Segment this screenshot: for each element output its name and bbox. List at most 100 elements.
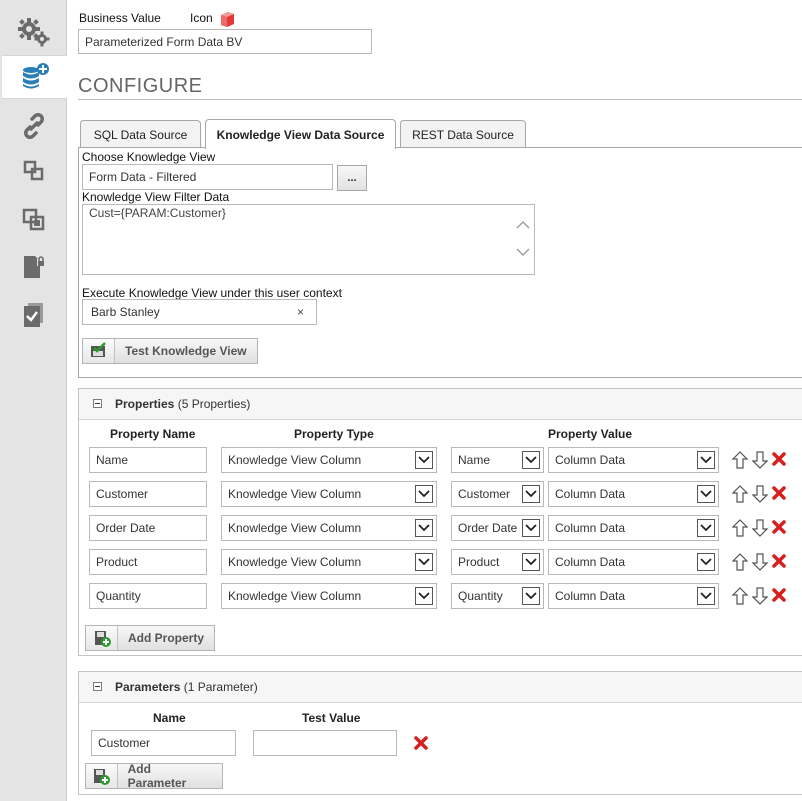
sidebar-item-settings[interactable] [0,10,67,54]
browse-kv-button[interactable]: ... [337,165,367,191]
chevron-down-icon[interactable] [697,451,715,469]
chevron-down-icon[interactable] [522,553,540,571]
delete-property-icon[interactable] [770,586,788,604]
link-icon [23,113,44,139]
tab-rest-data-source[interactable]: REST Data Source [400,120,526,149]
chevron-down-icon[interactable] [697,485,715,503]
move-down-icon[interactable] [751,553,769,571]
move-up-icon[interactable] [731,587,749,605]
properties-header: Properties (5 Properties) [79,389,802,420]
property-type-select[interactable]: Knowledge View Column [221,447,437,473]
test-button-label: Test Knowledge View [125,344,247,358]
sidebar-item-links[interactable] [0,104,67,148]
parameter-test-value-input[interactable] [253,730,397,756]
property-value-select[interactable]: Column Data [548,549,719,575]
chevron-down-icon[interactable] [697,553,715,571]
gears-icon [17,18,49,47]
property-column-select[interactable]: Name [451,447,544,473]
property-type-value: Knowledge View Column [228,589,362,603]
property-name-input[interactable]: Name [89,447,207,473]
business-value-input[interactable]: Parameterized Form Data BV [78,29,372,54]
chevron-down-icon[interactable] [522,451,540,469]
chevron-down-icon[interactable] [697,519,715,537]
parameters-title: Parameters (1 Parameter) [115,680,258,694]
delete-property-icon[interactable] [770,450,788,468]
chevron-down-icon[interactable] [415,451,433,469]
context-input[interactable]: Barb Stanley × [82,299,317,325]
test-icon [83,339,115,363]
chevron-down-icon[interactable] [415,519,433,537]
clear-context-icon[interactable]: × [297,305,304,319]
move-down-icon[interactable] [751,587,769,605]
filter-textarea[interactable]: Cust={PARAM:Customer} [82,204,535,275]
sidebar-item-copy[interactable] [0,149,67,193]
configure-divider [78,99,802,100]
choose-kv-input[interactable]: Form Data - Filtered [82,164,333,190]
sidebar-item-locked-page[interactable] [0,245,67,289]
property-column-value: Customer [458,487,511,501]
tab-sql-data-source[interactable]: SQL Data Source [80,120,201,149]
chevron-down-icon[interactable] [697,587,715,605]
add-parameter-button[interactable]: Add Parameter [85,762,223,790]
property-value-select[interactable]: Column Data [548,583,719,609]
collapse-properties-icon[interactable] [93,399,102,408]
parameter-name-input[interactable]: Customer [91,730,236,756]
business-value-icon[interactable] [218,10,236,28]
property-value-select[interactable]: Column Data [548,447,719,473]
parameters-header: Parameters (1 Parameter) [79,672,802,703]
icon-label: Icon [190,11,213,25]
move-up-icon[interactable] [731,519,749,537]
cube-icon [221,12,234,27]
add-property-label: Add Property [128,631,205,645]
property-type-select[interactable]: Knowledge View Column [221,549,437,575]
property-value-select[interactable]: Column Data [548,481,719,507]
property-type-select[interactable]: Knowledge View Column [221,515,437,541]
chevron-down-icon[interactable] [415,553,433,571]
tab-knowledge-view-data-source[interactable]: Knowledge View Data Source [205,119,396,149]
sidebar [0,0,67,801]
move-down-icon[interactable] [751,519,769,537]
property-name-input[interactable]: Customer [89,481,207,507]
property-type-select[interactable]: Knowledge View Column [221,583,437,609]
add-parameter-icon [86,764,118,788]
parameter-test-value-header: Test Value [302,711,361,725]
move-down-icon[interactable] [751,485,769,503]
property-type-value: Knowledge View Column [228,555,362,569]
property-value-header: Property Value [548,427,633,441]
configure-title: CONFIGURE [78,75,203,97]
delete-parameter-icon[interactable] [412,734,430,752]
property-name-input[interactable]: Quantity [89,583,207,609]
chevron-down-icon[interactable] [522,587,540,605]
property-name-input[interactable]: Order Date [89,515,207,541]
test-knowledge-view-button[interactable]: Test Knowledge View [82,338,258,364]
property-type-select[interactable]: Knowledge View Column [221,481,437,507]
scroll-down-icon[interactable] [516,246,530,258]
property-value-value: Column Data [555,487,626,501]
add-property-button[interactable]: Add Property [85,625,215,651]
move-down-icon[interactable] [751,451,769,469]
property-column-select[interactable]: Order Date [451,515,544,541]
filter-value: Cust={PARAM:Customer} [89,206,226,220]
scroll-up-icon[interactable] [516,219,530,231]
collapse-parameters-icon[interactable] [93,682,102,691]
move-up-icon[interactable] [731,485,749,503]
chevron-down-icon[interactable] [522,485,540,503]
delete-property-icon[interactable] [770,484,788,502]
delete-property-icon[interactable] [770,552,788,570]
chevron-down-icon[interactable] [415,587,433,605]
property-column-select[interactable]: Quantity [451,583,544,609]
chevron-down-icon[interactable] [522,519,540,537]
property-column-select[interactable]: Customer [451,481,544,507]
chevron-down-icon[interactable] [415,485,433,503]
sidebar-item-duplicate[interactable] [0,198,67,242]
sidebar-item-checked-page[interactable] [0,293,67,337]
move-up-icon[interactable] [731,553,749,571]
property-type-value: Knowledge View Column [228,487,362,501]
property-value-select[interactable]: Column Data [548,515,719,541]
move-up-icon[interactable] [731,451,749,469]
sidebar-item-data-source[interactable] [2,55,67,99]
property-type-value: Knowledge View Column [228,453,362,467]
property-column-select[interactable]: Product [451,549,544,575]
delete-property-icon[interactable] [770,518,788,536]
property-name-input[interactable]: Product [89,549,207,575]
